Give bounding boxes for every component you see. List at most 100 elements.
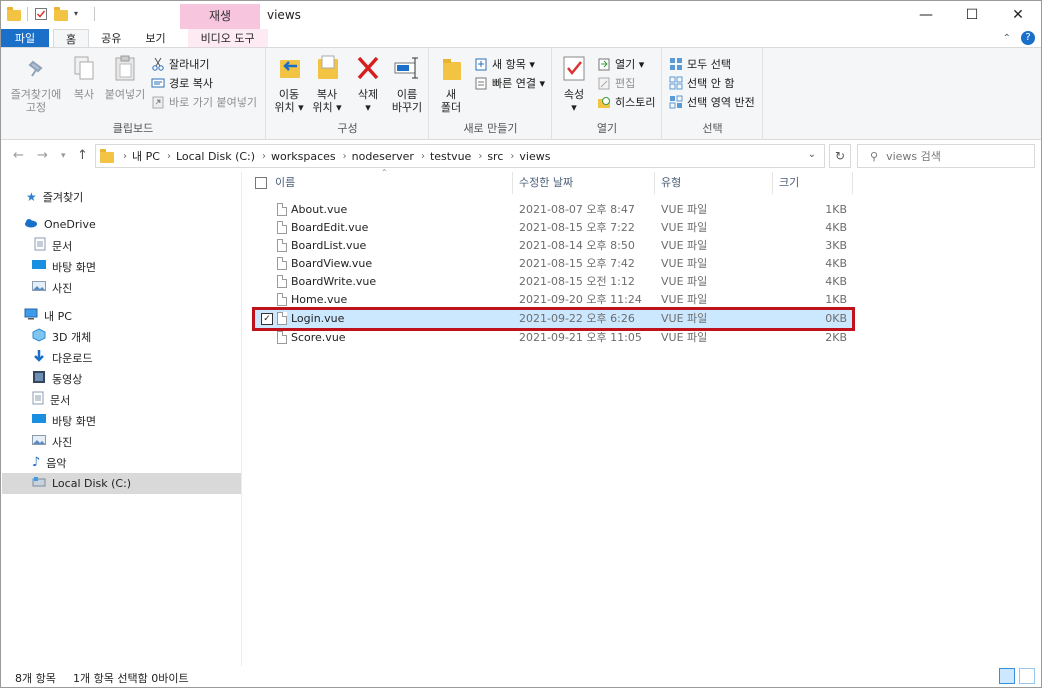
select-none-button[interactable]: 선택 안 함 xyxy=(669,74,734,92)
column-header-date[interactable]: 수정한 날짜 xyxy=(513,172,655,194)
nav-item-label: 바탕 화면 xyxy=(52,414,96,428)
delete-button[interactable]: 삭제 ▾ xyxy=(353,54,383,114)
file-row[interactable]: About.vue 2021-08-07 오후 8:47 VUE 파일 1KB xyxy=(255,201,852,219)
new-folder-button[interactable]: 새 폴더 xyxy=(436,54,466,114)
nav-item-music[interactable]: ♪ 음악 xyxy=(2,452,241,473)
file-row-selected[interactable]: ✓ Login.vue 2021-09-22 오후 6:26 VUE 파일 0K… xyxy=(252,307,855,331)
recent-locations-chevron-icon[interactable]: ▾ xyxy=(61,151,66,161)
search-input[interactable] xyxy=(886,149,1027,163)
copy-button[interactable]: 복사 xyxy=(69,54,99,101)
tab-home[interactable]: 홈 xyxy=(53,29,90,47)
nav-item-downloads[interactable]: 다운로드 xyxy=(2,347,241,368)
context-tab-header: 재생 xyxy=(180,4,260,29)
select-all-button[interactable]: 모두 선택 xyxy=(669,55,731,73)
minimize-button[interactable]: — xyxy=(903,1,949,29)
refresh-button[interactable]: ↻ xyxy=(829,144,851,168)
paste-button[interactable]: 붙여넣기 xyxy=(103,54,147,101)
select-all-checkbox[interactable] xyxy=(255,177,267,189)
move-to-button[interactable]: 이동 위치 ▾ xyxy=(271,54,307,114)
close-button[interactable]: ✕ xyxy=(995,1,1041,29)
breadcrumb-separator[interactable]: › xyxy=(478,151,482,162)
history-button[interactable]: 히스토리 xyxy=(597,93,655,111)
file-row[interactable]: BoardEdit.vue 2021-08-15 오후 7:22 VUE 파일 … xyxy=(255,219,852,237)
file-size: 4KB xyxy=(825,275,847,288)
tab-file[interactable]: 파일 xyxy=(1,29,49,47)
nav-item-videos[interactable]: 동영상 xyxy=(2,368,241,389)
easy-access-icon xyxy=(474,76,488,90)
nav-item-label: 3D 개체 xyxy=(52,330,92,344)
cut-button[interactable]: 잘라내기 xyxy=(151,55,209,73)
chevron-up-icon[interactable]: ⌃ xyxy=(1003,33,1011,44)
large-icons-view-icon[interactable] xyxy=(1019,668,1035,684)
address-dropdown-chevron-icon[interactable]: ⌄ xyxy=(808,149,816,160)
nav-item-desktop[interactable]: 바탕 화면 xyxy=(2,410,241,431)
new-item-button[interactable]: 새 항목 ▾ xyxy=(474,55,535,73)
breadcrumb-separator[interactable]: › xyxy=(123,151,127,162)
new-folder-icon xyxy=(437,54,465,84)
properties-quick-icon[interactable] xyxy=(34,7,48,21)
window-title: views xyxy=(267,8,301,22)
file-row[interactable]: Score.vue 2021-09-21 오후 11:05 VUE 파일 2KB xyxy=(255,329,852,347)
breadcrumb-separator[interactable]: › xyxy=(421,151,425,162)
new-folder-quick-icon[interactable] xyxy=(54,6,68,21)
breadcrumb-workspaces[interactable]: workspaces xyxy=(271,150,336,163)
breadcrumb-separator[interactable]: › xyxy=(343,151,347,162)
rename-label-1: 이름 xyxy=(396,88,418,101)
rename-button[interactable]: 이름 바꾸기 xyxy=(388,54,426,114)
breadcrumb-separator[interactable]: › xyxy=(262,151,266,162)
breadcrumb-views[interactable]: views xyxy=(519,150,550,163)
nav-item-onedrive-documents[interactable]: 문서 xyxy=(2,235,241,256)
nav-item-quick-access[interactable]: ★ 즐겨찾기 xyxy=(2,186,241,207)
help-icon[interactable]: ? xyxy=(1021,31,1035,45)
tab-video-tools[interactable]: 비디오 도구 xyxy=(187,29,268,47)
nav-item-3d-objects[interactable]: 3D 개체 xyxy=(2,326,241,347)
column-header-type[interactable]: 유형 xyxy=(655,172,773,194)
nav-item-pictures[interactable]: 사진 xyxy=(2,431,241,452)
column-header-size[interactable]: 크기 xyxy=(773,172,853,194)
nav-item-onedrive-pictures[interactable]: 사진 xyxy=(2,277,241,298)
address-bar[interactable]: › 내 PC › Local Disk (C:) › workspaces › … xyxy=(95,144,825,168)
row-checkbox-checked[interactable]: ✓ xyxy=(261,313,273,325)
breadcrumb-separator[interactable]: › xyxy=(510,151,514,162)
details-view-icon[interactable] xyxy=(999,668,1015,684)
nav-item-onedrive-desktop[interactable]: 바탕 화면 xyxy=(2,256,241,277)
tab-share[interactable]: 공유 xyxy=(89,29,133,47)
open-button[interactable]: 열기 ▾ xyxy=(597,55,644,73)
open-group-label: 열기 xyxy=(596,122,618,135)
breadcrumb-local-disk[interactable]: Local Disk (C:) xyxy=(176,150,255,163)
nav-item-documents[interactable]: 문서 xyxy=(2,389,241,410)
forward-arrow-icon[interactable]: → xyxy=(37,148,48,163)
file-row[interactable]: BoardView.vue 2021-08-15 오후 7:42 VUE 파일 … xyxy=(255,255,852,273)
breadcrumb-src[interactable]: src xyxy=(487,150,503,163)
breadcrumb-separator[interactable]: › xyxy=(167,151,171,162)
paste-shortcut-button[interactable]: 바로 가기 붙여넣기 xyxy=(151,93,257,111)
maximize-button[interactable]: ☐ xyxy=(949,1,995,29)
desktop-icon xyxy=(32,413,46,428)
properties-button[interactable]: 속성 ▾ xyxy=(559,54,589,114)
file-row[interactable]: BoardWrite.vue 2021-08-15 오전 1:12 VUE 파일… xyxy=(255,273,852,291)
copy-path-button[interactable]: 경로 복사 xyxy=(151,74,213,92)
nav-item-onedrive[interactable]: OneDrive xyxy=(2,214,241,235)
drive-icon xyxy=(32,476,46,491)
easy-access-button[interactable]: 빠른 연결 ▾ xyxy=(474,74,545,92)
file-row[interactable]: Home.vue 2021-09-20 오후 11:24 VUE 파일 1KB xyxy=(255,291,852,309)
breadcrumb-nodeserver[interactable]: nodeserver xyxy=(352,150,414,163)
file-row[interactable]: BoardList.vue 2021-08-14 오후 8:50 VUE 파일 … xyxy=(255,237,852,255)
customize-toolbar-icon[interactable]: ▾ xyxy=(74,7,88,21)
nav-item-local-disk[interactable]: Local Disk (C:) xyxy=(2,473,241,494)
invert-selection-button[interactable]: 선택 영역 반전 xyxy=(669,93,755,111)
back-arrow-icon[interactable]: ← xyxy=(13,148,24,163)
edit-button[interactable]: 편집 xyxy=(597,74,635,92)
pin-to-quick-access-button[interactable]: 즐겨찾기에 고정 xyxy=(7,54,65,114)
scissors-icon xyxy=(151,57,165,71)
nav-item-this-pc[interactable]: 내 PC xyxy=(2,305,241,326)
breadcrumb-testvue[interactable]: testvue xyxy=(430,150,471,163)
breadcrumb-this-pc[interactable]: 내 PC xyxy=(132,148,160,164)
tab-view[interactable]: 보기 xyxy=(133,29,177,47)
copy-to-button[interactable]: 복사 위치 ▾ xyxy=(309,54,345,114)
search-box[interactable]: ⚲ xyxy=(857,144,1035,168)
paste-icon xyxy=(111,54,139,84)
column-header-name[interactable]: 이름 xyxy=(269,172,513,194)
folder-icon xyxy=(100,148,114,163)
up-arrow-icon[interactable]: ↑ xyxy=(77,148,88,163)
